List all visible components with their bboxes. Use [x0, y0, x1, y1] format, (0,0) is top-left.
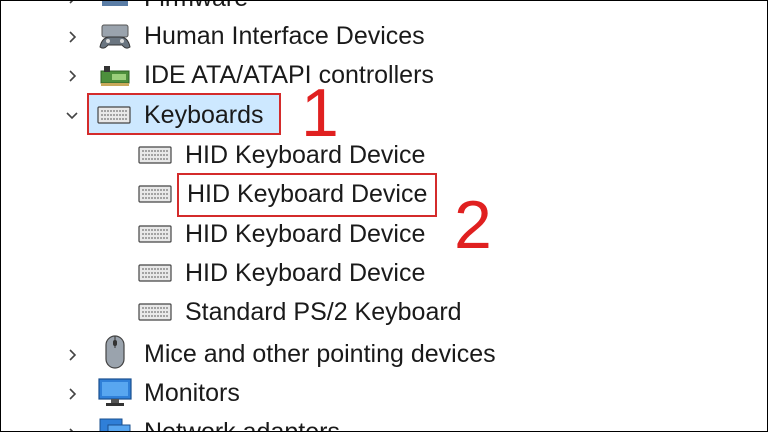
firmware-icon — [97, 1, 133, 13]
keyboard-icon — [137, 140, 173, 170]
tree-item-hid-keyboard-device-2[interactable]: HID Keyboard Device — [187, 179, 427, 209]
tree-item-human-interface-devices[interactable]: Human Interface Devices — [144, 21, 425, 51]
keyboard-icon — [96, 100, 132, 130]
tree-item-standard-ps2-keyboard[interactable]: Standard PS/2 Keyboard — [185, 297, 462, 327]
tree-item-monitors[interactable]: Monitors — [144, 378, 240, 408]
keyboard-icon — [137, 219, 173, 249]
tree-item-mice[interactable]: Mice and other pointing devices — [144, 339, 496, 369]
keyboard-icon — [137, 258, 173, 288]
expand-chevron-monitors[interactable] — [63, 385, 81, 403]
expand-chevron-firmware[interactable] — [63, 1, 81, 7]
keyboard-icon — [137, 179, 173, 209]
expand-chevron-ide[interactable] — [63, 67, 81, 85]
expand-chevron-hid[interactable] — [63, 28, 81, 46]
expand-chevron-network[interactable] — [63, 425, 81, 431]
tree-item-keyboards[interactable]: Keyboards — [144, 100, 264, 130]
hid-gamepad-icon — [97, 22, 133, 52]
tree-item-firmware[interactable]: Firmware — [144, 1, 248, 13]
ide-controller-icon — [97, 61, 133, 91]
tree-item-hid-keyboard-device-1[interactable]: HID Keyboard Device — [185, 140, 425, 170]
device-manager-tree: Firmware Human Interface Devices IDE ATA… — [0, 0, 768, 432]
mouse-icon — [97, 335, 133, 369]
tree-item-network-adapters[interactable]: Network adapters — [144, 417, 340, 431]
monitor-icon — [97, 377, 133, 407]
keyboard-icon — [137, 297, 173, 327]
tree-item-ide-controllers[interactable]: IDE ATA/ATAPI controllers — [144, 60, 434, 90]
tree-item-hid-keyboard-device-3[interactable]: HID Keyboard Device — [185, 219, 425, 249]
network-adapter-icon — [97, 415, 133, 431]
annotation-number-1: 1 — [301, 75, 339, 151]
tree-item-hid-keyboard-device-4[interactable]: HID Keyboard Device — [185, 258, 425, 288]
collapse-chevron-keyboards[interactable] — [63, 106, 81, 124]
expand-chevron-mice[interactable] — [63, 346, 81, 364]
annotation-number-2: 2 — [454, 187, 492, 263]
